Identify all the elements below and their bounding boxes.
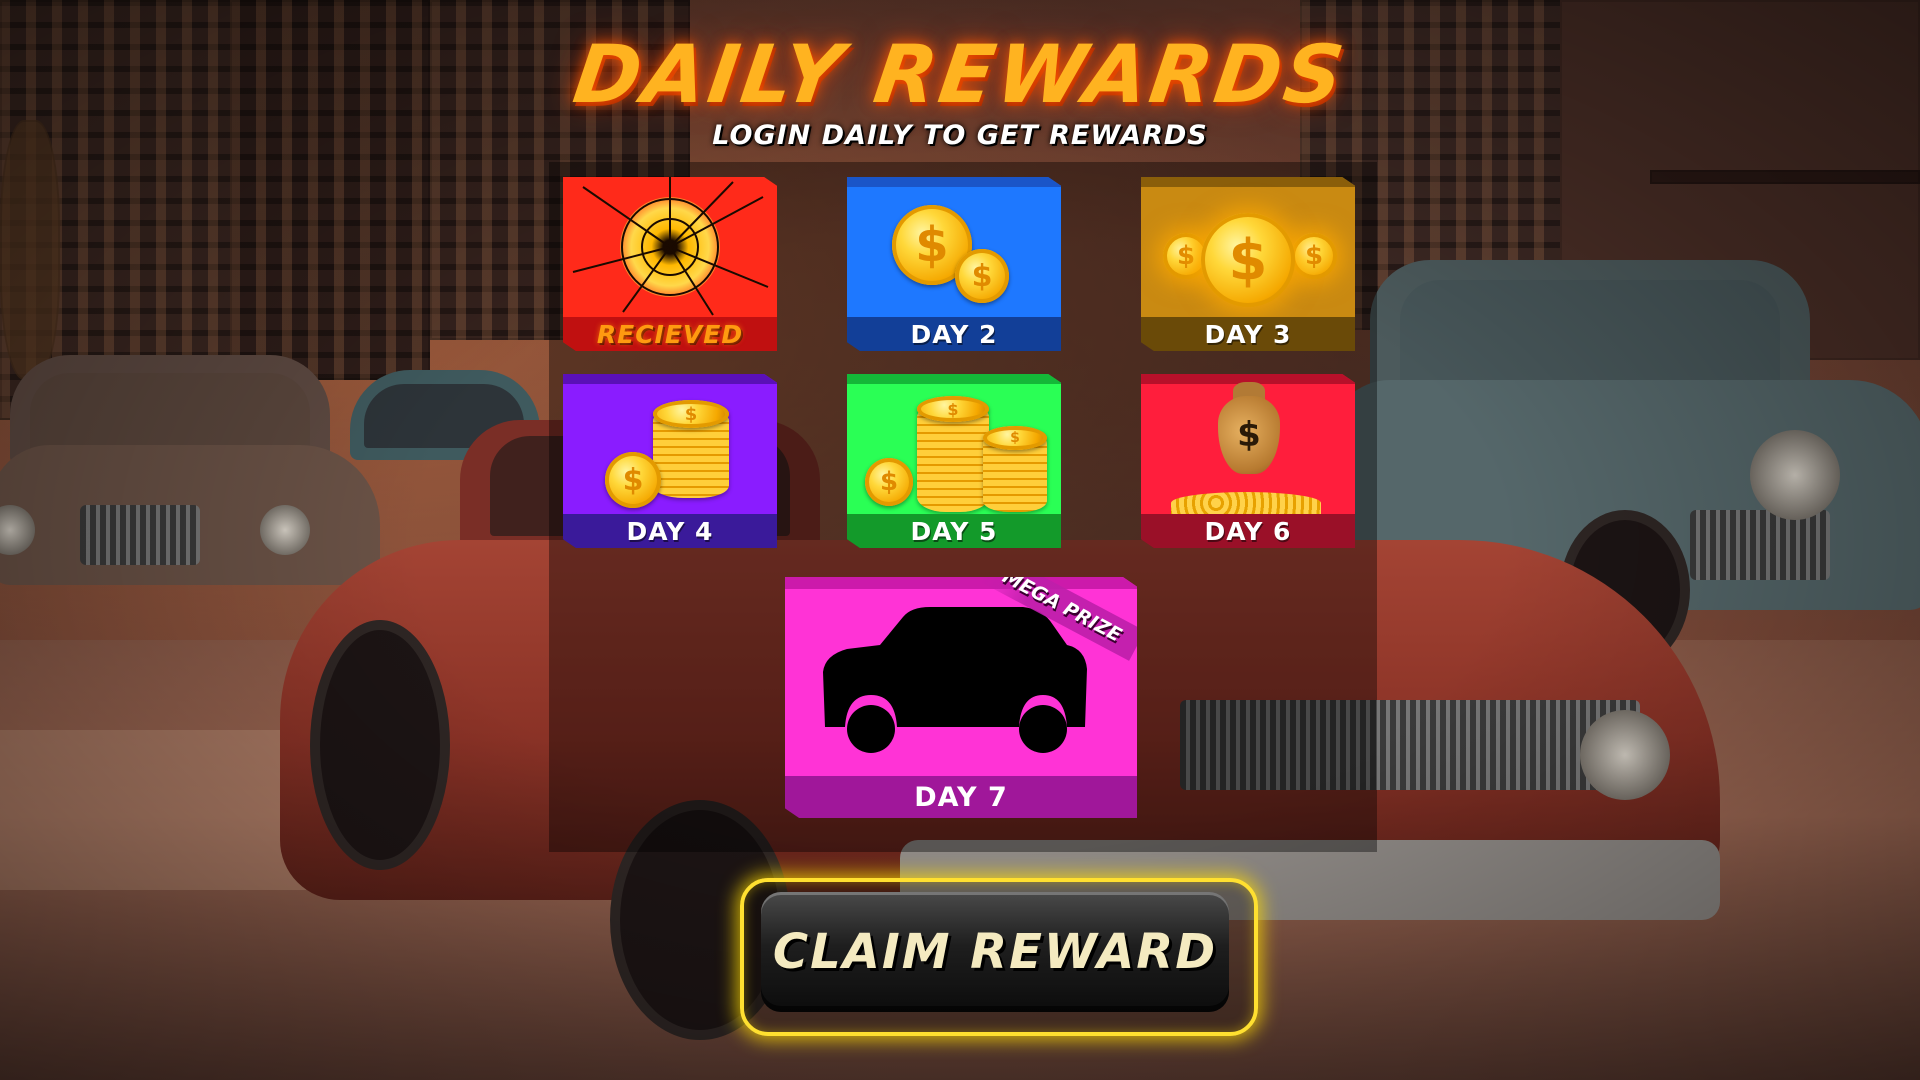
page-title: DAILY REWARDS [568,28,1352,121]
page-subtitle: LOGIN DAILY TO GET REWARDS [712,120,1208,151]
money-bag-icon: $ [1218,396,1280,474]
reward-day-label: DAY 2 [847,317,1061,351]
reward-status-label: RECIEVED [563,317,777,351]
coin-icon: $ [653,400,729,428]
reward-art: MEGA PRIZE [785,577,1137,776]
coins-icon: $ [1201,213,1295,307]
reward-day-label: DAY 3 [1141,317,1355,351]
reward-card-day-6[interactable]: $ DAY 6 [1141,374,1355,548]
coin-icon: $ [917,396,989,422]
reward-day-label: DAY 7 [785,776,1137,818]
reward-day-label: DAY 5 [847,514,1061,548]
reward-art: $ $ [563,374,777,514]
reward-art: $ $ $ [847,374,1061,514]
reward-day-label: DAY 4 [563,514,777,548]
reward-card-day-7[interactable]: MEGA PRIZE DAY 7 [785,577,1137,818]
claim-reward-button[interactable]: CLAIM REWARD [761,892,1229,1012]
reward-card-day-4[interactable]: $ $ DAY 4 [563,374,777,548]
reward-card-day-2[interactable]: $ $ DAY 2 [847,177,1061,351]
coin-icon: $ [1291,233,1337,279]
reward-art: $ $ $ [1141,177,1355,317]
reward-art: $ [1141,374,1355,514]
reward-card-day-5[interactable]: $ $ $ DAY 5 [847,374,1061,548]
reward-card-day-3[interactable]: $ $ $ DAY 3 [1141,177,1355,351]
reward-art [563,177,777,317]
coin-icon: $ [605,452,661,508]
coin-icon: $ [955,249,1009,303]
coin-pile [1171,492,1321,514]
coin-icon: $ [865,458,913,506]
crack-lines [572,177,769,316]
reward-card-day-1[interactable]: RECIEVED [563,177,777,351]
reward-art: $ $ [847,177,1061,317]
reward-day-label: DAY 6 [1141,514,1355,548]
coin-icon: $ [983,426,1047,450]
